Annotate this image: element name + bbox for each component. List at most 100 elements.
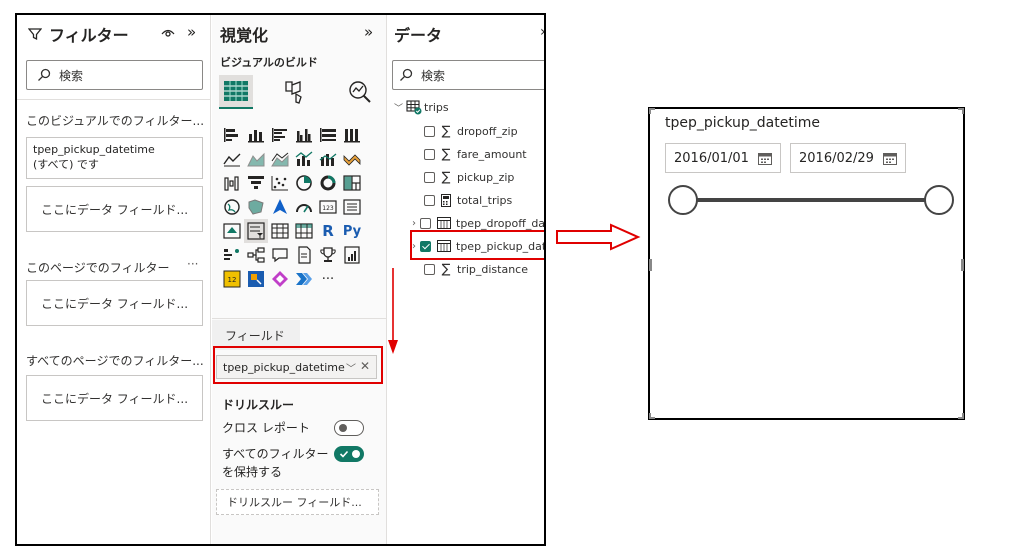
filled-map-icon[interactable] <box>244 195 268 219</box>
drillthrough-drop-zone[interactable]: ドリルスルー フィールド... <box>216 489 379 515</box>
gauge-icon[interactable] <box>292 195 316 219</box>
build-grid-icon <box>224 81 248 101</box>
clustered-bar-icon[interactable] <box>268 123 292 147</box>
power-apps-icon[interactable]: 12 <box>220 267 244 291</box>
format-brush-icon <box>285 81 302 104</box>
power-automate-flow-icon[interactable] <box>292 267 316 291</box>
cross-report-toggle[interactable] <box>334 420 364 436</box>
line-clustered-column-icon[interactable] <box>292 147 316 171</box>
filter-card-value: (すべて) です <box>33 158 99 171</box>
ribbon-chart-icon[interactable] <box>340 147 364 171</box>
drillthrough-drop-label: ドリルスルー フィールド... <box>227 496 362 509</box>
card-icon[interactable]: 123 <box>316 195 340 219</box>
field-checkbox[interactable] <box>424 263 435 275</box>
slider-end-handle[interactable] <box>924 185 954 215</box>
area-chart-icon[interactable] <box>244 147 268 171</box>
r-script-icon[interactable]: R <box>316 219 340 243</box>
100-stacked-column-icon[interactable] <box>340 123 364 147</box>
azure-map-icon[interactable] <box>268 195 292 219</box>
field-row-fare-amount[interactable]: ∑ fare_amount <box>424 143 527 165</box>
field-checkbox[interactable] <box>424 125 435 137</box>
field-row-dropoff-zip[interactable]: ∑ dropoff_zip <box>424 120 518 142</box>
visual-filter-drop-zone[interactable]: ここにデータ フィールド... <box>26 186 203 232</box>
filter-card-pickup-datetime[interactable]: tpep_pickup_datetime (すべて) です <box>26 137 203 179</box>
page-filter-drop-zone[interactable]: ここにデータ フィールド... <box>26 280 203 326</box>
field-row-trip-distance[interactable]: ∑ trip_distance <box>424 258 528 280</box>
drillthrough-title: ドリルスルー <box>222 398 295 412</box>
slider-start-handle[interactable] <box>668 185 698 215</box>
resize-handle-tl[interactable] <box>649 108 655 114</box>
kpi-icon[interactable] <box>220 219 244 243</box>
goals-trophy-icon[interactable] <box>316 243 340 267</box>
chevron-right-icon[interactable]: › <box>412 218 416 229</box>
smart-narrative-icon[interactable] <box>292 243 316 267</box>
donut-chart-icon[interactable] <box>316 171 340 195</box>
collapse-filters-icon[interactable]: » <box>187 23 196 41</box>
resize-handle-br[interactable] <box>958 413 964 419</box>
treemap-icon[interactable] <box>340 171 364 195</box>
slicer-title: tpep_pickup_datetime <box>665 115 820 131</box>
end-date-input[interactable]: 2016/02/29 <box>790 143 906 173</box>
field-checkbox[interactable] <box>424 148 435 160</box>
analytics-tab[interactable] <box>347 79 373 109</box>
format-visual-tab[interactable] <box>282 79 308 109</box>
resize-handle-bl[interactable] <box>649 413 655 419</box>
slider-track[interactable] <box>682 198 940 202</box>
decomposition-tree-icon[interactable] <box>244 243 268 267</box>
keep-filters-toggle[interactable] <box>334 446 364 462</box>
resize-handle-left[interactable] <box>649 259 652 271</box>
pie-chart-icon[interactable] <box>292 171 316 195</box>
calendar-icon[interactable] <box>758 152 772 165</box>
stacked-bar-icon[interactable] <box>220 123 244 147</box>
field-checkbox[interactable] <box>420 217 431 229</box>
more-visuals-icon[interactable]: ··· <box>316 267 340 291</box>
power-apps-diamond-icon[interactable] <box>268 267 292 291</box>
collapse-data-icon[interactable]: › <box>540 24 544 40</box>
power-automate-icon[interactable] <box>244 267 268 291</box>
funnel-icon[interactable] <box>244 171 268 195</box>
slicer-icon[interactable] <box>244 219 268 243</box>
python-script-icon[interactable]: Py <box>340 219 364 243</box>
keep-filters-label-line2: を保持する <box>222 465 283 479</box>
line-stacked-column-icon[interactable] <box>316 147 340 171</box>
calendar-icon[interactable] <box>883 152 897 165</box>
resize-handle-tr[interactable] <box>958 108 964 114</box>
field-row-pickup-zip[interactable]: ∑ pickup_zip <box>424 166 514 188</box>
matrix-icon[interactable] <box>292 219 316 243</box>
paginated-report-icon[interactable] <box>340 243 364 267</box>
stacked-area-icon[interactable] <box>268 147 292 171</box>
table-icon <box>406 100 422 115</box>
line-chart-icon[interactable] <box>220 147 244 171</box>
100-stacked-bar-icon[interactable] <box>316 123 340 147</box>
filters-page-section-label: このページでのフィルター <box>26 261 170 275</box>
table-icon[interactable] <box>268 219 292 243</box>
filters-search-input[interactable]: 検索 <box>26 60 203 90</box>
end-date-value: 2016/02/29 <box>799 150 874 166</box>
stacked-column-icon[interactable] <box>244 123 268 147</box>
data-search-input[interactable]: 検索 <box>392 60 544 90</box>
field-name: trip_distance <box>457 262 528 276</box>
scatter-icon[interactable] <box>268 171 292 195</box>
search-icon <box>38 68 51 81</box>
all-pages-filter-drop-zone[interactable]: ここにデータ フィールド... <box>26 375 203 421</box>
waterfall-icon[interactable] <box>220 171 244 195</box>
field-checkbox[interactable] <box>424 194 435 206</box>
multi-row-card-icon[interactable] <box>340 195 364 219</box>
field-checkbox[interactable] <box>424 171 435 183</box>
clustered-column-icon[interactable] <box>292 123 316 147</box>
eye-icon[interactable] <box>160 25 176 44</box>
start-date-input[interactable]: 2016/01/01 <box>665 143 781 173</box>
table-name: trips <box>424 100 449 114</box>
table-trips[interactable]: ﹀ trips <box>394 96 449 118</box>
field-row-total-trips[interactable]: total_trips <box>424 189 512 211</box>
fields-label[interactable]: フィールド <box>225 327 285 344</box>
build-visual-tab[interactable] <box>219 75 253 109</box>
page-filter-more-icon[interactable]: ··· <box>187 257 198 271</box>
key-influencers-icon[interactable] <box>220 243 244 267</box>
qna-icon[interactable] <box>268 243 292 267</box>
resize-handle-right[interactable] <box>961 259 964 271</box>
date-slicer-visual[interactable]: tpep_pickup_datetime 2016/01/01 2016/02/… <box>648 107 965 420</box>
collapse-viz-icon[interactable]: » <box>364 23 373 41</box>
map-icon[interactable] <box>220 195 244 219</box>
build-visual-label: ビジュアルのビルド <box>220 56 318 69</box>
